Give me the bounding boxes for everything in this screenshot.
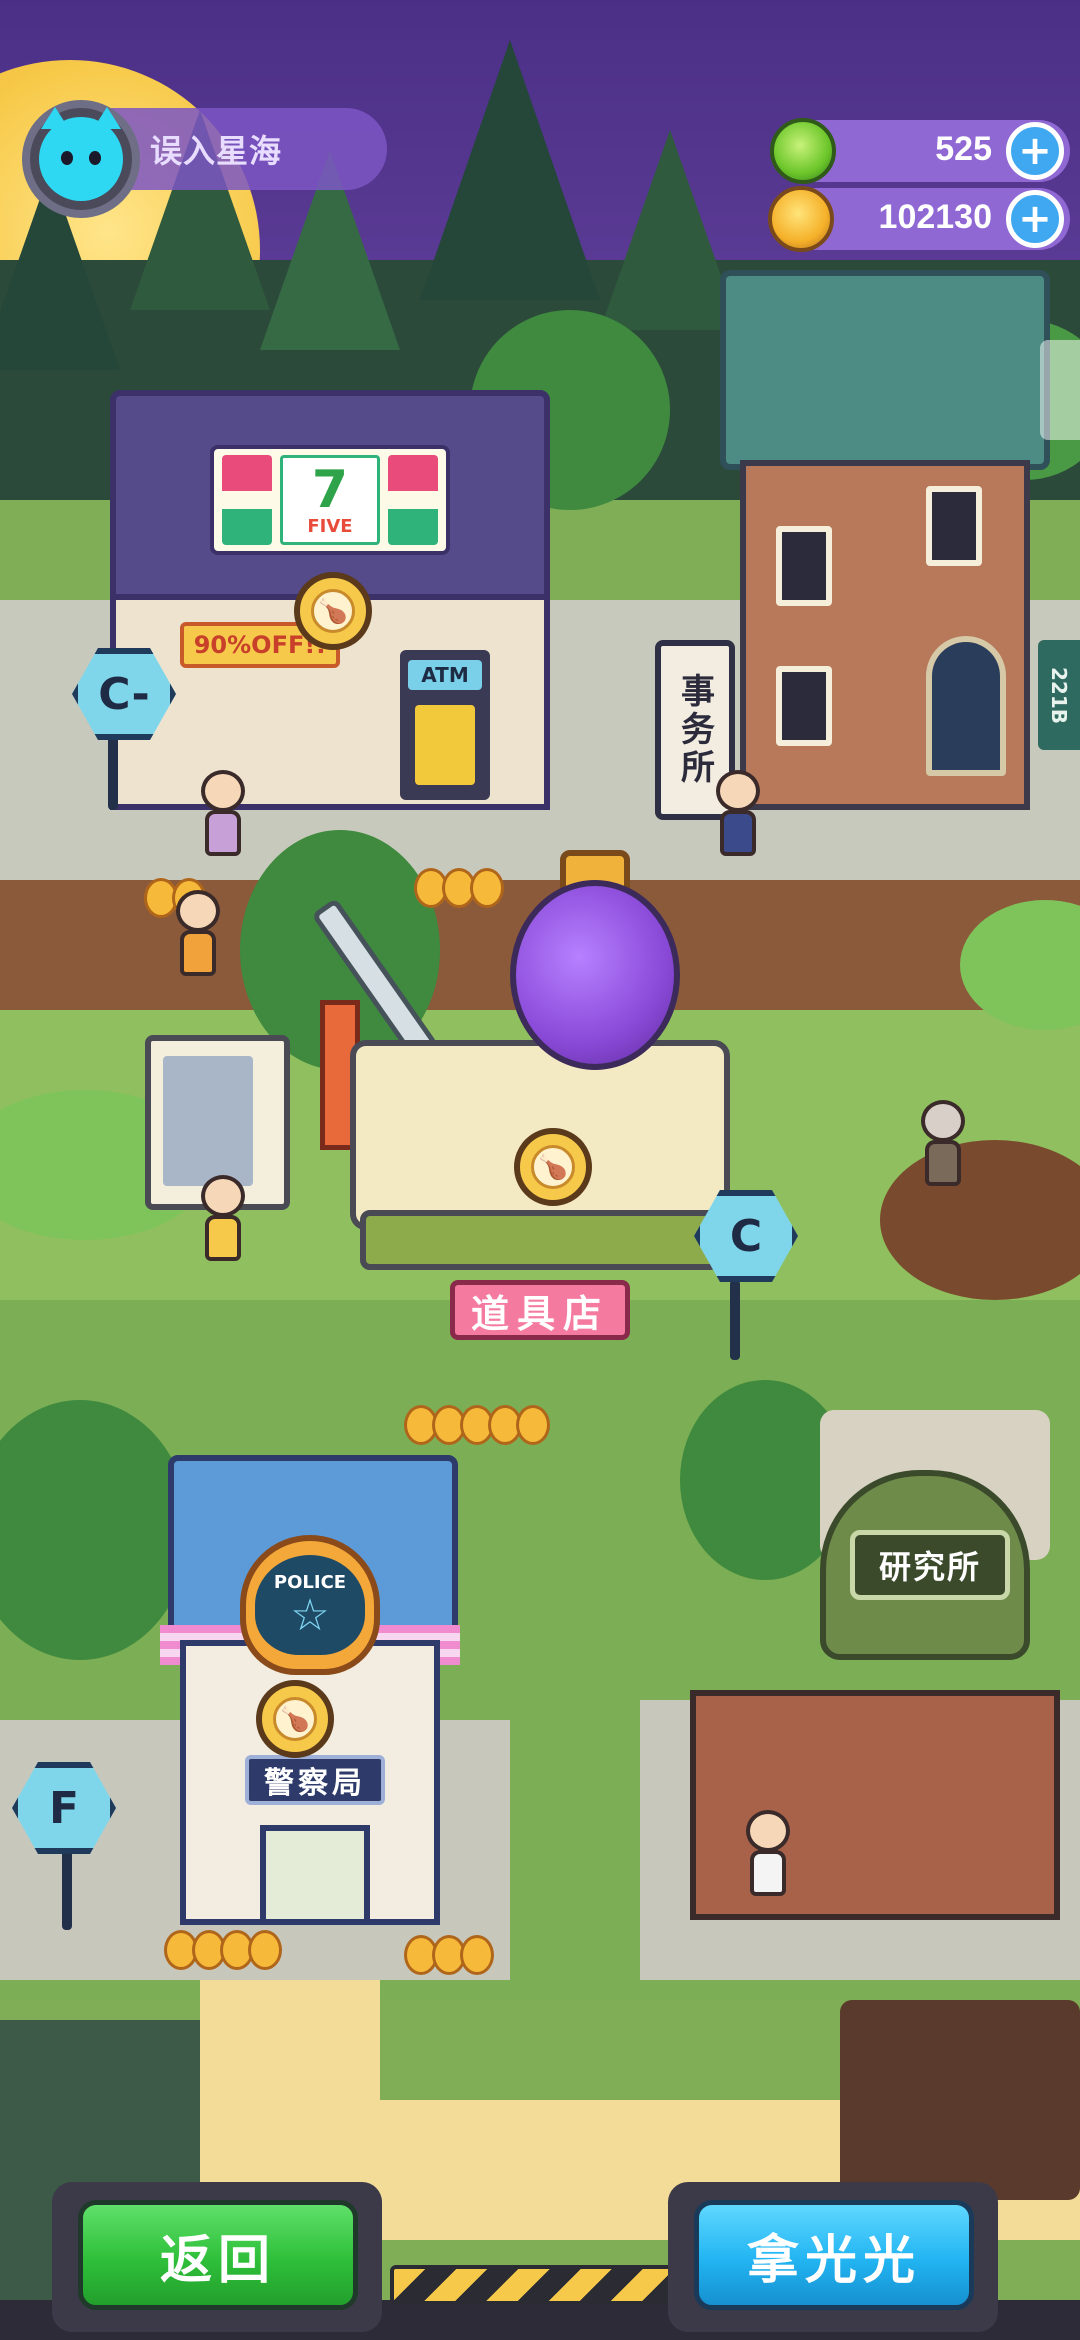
npc-scientist[interactable] [740, 1810, 796, 1900]
grade-pole [62, 1850, 72, 1930]
gem-amount: 525 [935, 130, 992, 168]
npc-head [201, 770, 245, 812]
npc-body [925, 1140, 961, 1186]
cat-ear [41, 107, 69, 129]
police-sign: 警察局 [245, 1755, 385, 1805]
player-avatar[interactable] [22, 100, 140, 218]
cat-ear [93, 107, 121, 129]
npc-head [921, 1100, 965, 1142]
sign-stripe [222, 455, 272, 545]
office-door [926, 636, 1006, 776]
vending-glass [163, 1056, 253, 1186]
cat-eye [89, 151, 101, 165]
npc-head [746, 1810, 790, 1852]
coin-pile[interactable] [404, 1405, 550, 1445]
npc-yellow-girl[interactable] [195, 1175, 251, 1265]
take-all-button[interactable]: 拿光光 [694, 2200, 974, 2310]
npc-detective[interactable] [710, 770, 766, 860]
coin-icon [470, 868, 504, 908]
collect-meat-icon[interactable]: 🍗 [256, 1680, 334, 1758]
coin-icon [248, 1930, 282, 1970]
town-scene: 7 FIVE 90%OFF!! ATM 🍗 C- 事务所 221B 道具店 🍗 … [0, 0, 1080, 2340]
office-window [926, 486, 982, 566]
detective-office[interactable] [720, 270, 1050, 830]
scissors-icon[interactable] [1040, 340, 1080, 440]
npc-body [205, 1215, 241, 1261]
grade-pole [730, 1280, 740, 1360]
hazard-stripe [390, 2265, 680, 2305]
item-shop[interactable]: 道具店 [311, 850, 760, 1340]
npc-old-man[interactable] [915, 1100, 971, 1190]
coin-pile[interactable] [404, 1935, 494, 1975]
npc-body [205, 810, 241, 856]
office-window [776, 666, 832, 746]
drumstick-icon: 🍗 [311, 589, 355, 633]
coin-amount: 102130 [878, 198, 992, 236]
pine-tree [600, 130, 740, 330]
atm-machine: ATM [400, 650, 490, 800]
npc-bear-girl[interactable] [170, 890, 226, 980]
cat-avatar-icon [39, 107, 123, 201]
star-icon: ☆ [290, 1589, 330, 1641]
npc-body [750, 1850, 786, 1896]
atm-screen [415, 705, 475, 785]
drumstick-icon: 🍗 [531, 1145, 575, 1189]
research-lab[interactable]: 研究所 [650, 1390, 1070, 1940]
gold-coin-icon [768, 186, 834, 252]
logo-number: 7 [311, 459, 349, 520]
npc-bunny-girl[interactable] [195, 770, 251, 860]
office-body [740, 460, 1030, 810]
add-gem-button[interactable]: + [1006, 122, 1064, 180]
shop-sign: 道具店 [450, 1280, 630, 1340]
office-attic [720, 270, 1050, 470]
back-button[interactable]: 返回 [78, 2200, 358, 2310]
wooden-fence [840, 2000, 1080, 2200]
add-coin-button[interactable]: + [1006, 190, 1064, 248]
logo-text: FIVE [307, 515, 353, 537]
npc-head [201, 1175, 245, 1217]
npc-body [180, 930, 216, 976]
store-logo-sign: 7 FIVE [210, 445, 450, 555]
seven-five-logo: 7 FIVE [280, 455, 380, 545]
collect-meat-icon[interactable]: 🍗 [294, 572, 372, 650]
potion-flask-icon [510, 880, 680, 1070]
police-station[interactable]: POLICE ☆ 警察局 [160, 1455, 500, 1925]
police-door [260, 1825, 370, 1925]
badge-inner: POLICE ☆ [255, 1555, 365, 1655]
coin-pile[interactable] [164, 1930, 282, 1970]
grade-pole [108, 730, 118, 810]
sign-stripe [388, 455, 438, 545]
npc-body [720, 810, 756, 856]
truck-base [360, 1210, 720, 1270]
atm-label: ATM [408, 660, 482, 690]
npc-head [716, 770, 760, 812]
collect-meat-icon[interactable]: 🍗 [514, 1128, 592, 1206]
address-plaque: 221B [1038, 640, 1080, 750]
coin-icon [516, 1405, 550, 1445]
cat-eye [61, 151, 73, 165]
npc-head [176, 890, 220, 932]
office-window [776, 526, 832, 606]
green-gem-icon [770, 118, 836, 184]
pine-tree [420, 40, 600, 300]
coin-icon [460, 1935, 494, 1975]
drumstick-icon: 🍗 [273, 1697, 317, 1741]
police-badge: POLICE ☆ [240, 1535, 380, 1675]
lab-sign: 研究所 [850, 1530, 1010, 1600]
player-name: 误入星海 [150, 132, 283, 170]
coin-pile[interactable] [414, 868, 504, 908]
